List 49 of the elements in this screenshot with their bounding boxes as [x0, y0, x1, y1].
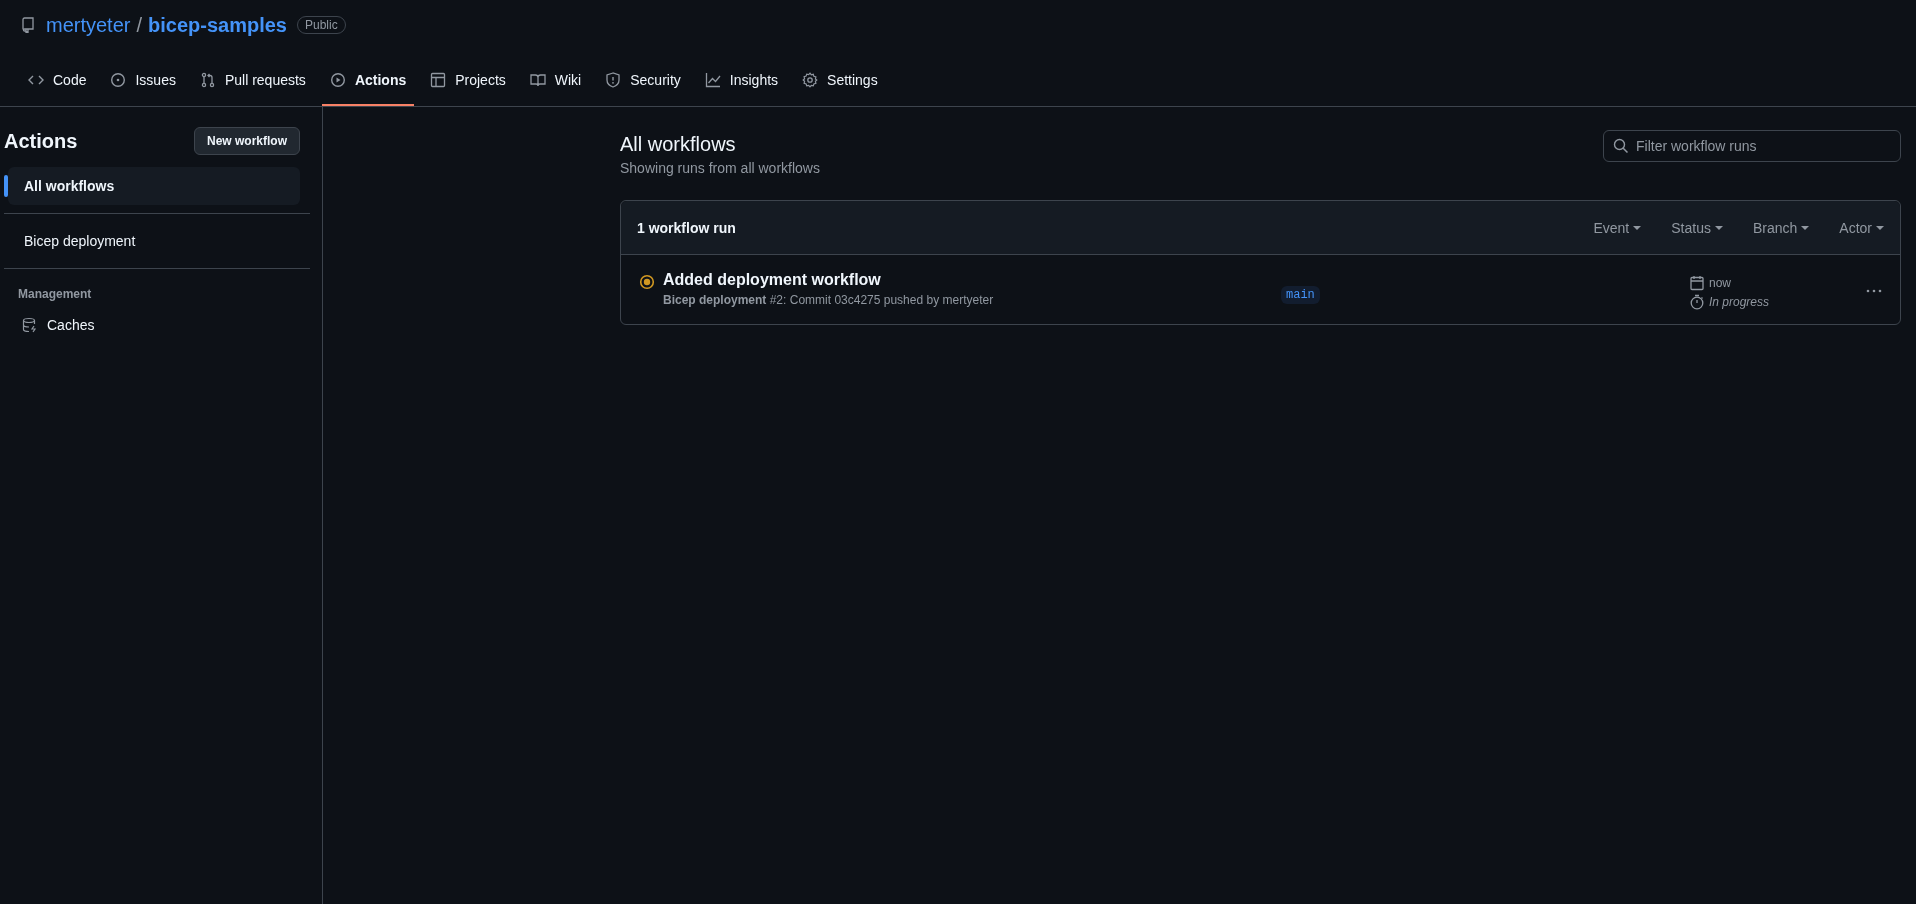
filter-dropdown[interactable]: Event [1583, 219, 1642, 236]
caret-icon [1633, 225, 1642, 230]
run-time: now [1709, 276, 1731, 290]
section-heading: Management [17, 286, 93, 303]
filter-dropdown[interactable]: Branch [1742, 219, 1810, 236]
repo-name-link[interactable]: bicep-samples [148, 13, 287, 37]
nav-tab[interactable]: Code [20, 64, 95, 106]
nav-tab[interactable]: Projects [422, 64, 514, 106]
repository-icon [20, 17, 36, 33]
nav-tab[interactable]: Security [597, 64, 689, 106]
branch-label[interactable]: main [1281, 286, 1320, 304]
circle-dot-icon [110, 72, 127, 88]
filter-dropdown[interactable]: Status [1661, 219, 1723, 236]
stopwatch-icon [1689, 294, 1705, 310]
new-workflow-button[interactable]: New workflow [194, 127, 300, 155]
caret-icon [1714, 225, 1723, 230]
workflow-item[interactable]: Bicep deployment [8, 222, 300, 260]
page-subtitle: Showing runs from all workflows [620, 160, 820, 176]
path-separator: / [136, 13, 143, 37]
book-icon [529, 72, 546, 88]
nav-tab[interactable]: Wiki [521, 64, 590, 106]
shield-icon [605, 72, 622, 88]
filter-dropdown[interactable]: Actor [1829, 219, 1884, 236]
table-icon [430, 72, 447, 88]
nav-tab[interactable]: Settings [794, 64, 886, 106]
settings-icon [802, 72, 819, 88]
calendar-icon [1689, 275, 1705, 291]
nav-tab[interactable]: Actions [321, 64, 415, 106]
database-icon [22, 317, 38, 333]
run-title-link[interactable]: Added deployment workflow [663, 271, 1273, 289]
caches-item[interactable]: Caches [4, 309, 310, 341]
caret-icon [1876, 225, 1884, 230]
in-progress-status-icon [639, 274, 655, 290]
run-count: 1 workflow run [637, 219, 736, 236]
repo-owner-link[interactable]: mertyeter [46, 13, 131, 37]
search-icon [1613, 138, 1629, 154]
line-graph-icon [704, 72, 721, 88]
caret-icon [1801, 225, 1810, 230]
play-circle-icon [329, 72, 346, 88]
nav-tab[interactable]: Insights [696, 64, 787, 106]
page-title: All workflows [620, 133, 737, 156]
sidebar-title: Actions [4, 129, 78, 153]
search-field[interactable]: Filter workflow runs [1603, 130, 1901, 162]
nav-tab[interactable]: Issues [102, 64, 184, 106]
pull-request-icon [199, 72, 216, 88]
more-options-icon[interactable] [1866, 289, 1882, 293]
run-detail: Bicep deployment #2: Commit 03c4275 pushed by mertyeter [663, 293, 995, 307]
nav-tab[interactable]: Pull requests [191, 64, 314, 106]
run-duration: In progress [1709, 295, 1770, 309]
